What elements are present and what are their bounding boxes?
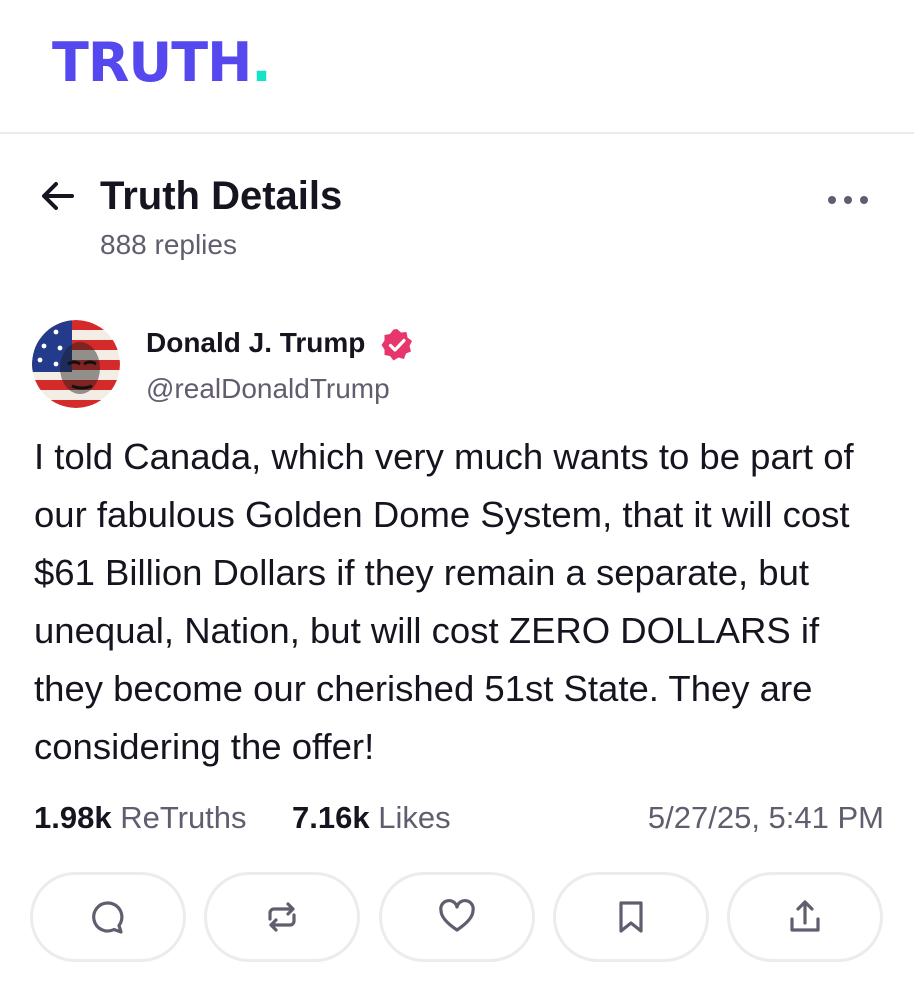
truth-logo[interactable]: TRUTH. <box>52 36 272 90</box>
more-dots-icon <box>828 196 868 204</box>
more-options-button[interactable] <box>826 190 870 210</box>
like-button[interactable] <box>379 872 535 962</box>
share-button[interactable] <box>727 872 883 962</box>
retruth-button[interactable] <box>204 872 360 962</box>
post-stats: 1.98k ReTruths 7.16k Likes 5/27/25, 5:41… <box>34 798 884 838</box>
post-timestamp: 5/27/25, 5:41 PM <box>647 800 884 835</box>
retruths-stat[interactable]: 1.98k ReTruths <box>34 798 247 838</box>
likes-label: Likes <box>378 800 451 835</box>
author-name[interactable]: Donald J. Trump <box>146 326 365 360</box>
author-handle[interactable]: @realDonaldTrump <box>146 372 390 406</box>
share-icon <box>790 900 820 932</box>
heart-icon <box>439 898 475 932</box>
bookmark-button[interactable] <box>553 872 709 962</box>
back-arrow-icon <box>42 182 74 210</box>
verified-badge-icon <box>380 328 414 362</box>
retruths-label: ReTruths <box>120 800 247 835</box>
page-title: Truth Details <box>100 174 343 218</box>
bookmark-icon <box>619 901 643 933</box>
back-button[interactable] <box>38 176 78 216</box>
reply-count: 888 replies <box>100 229 237 260</box>
retruths-count: 1.98k <box>34 800 112 835</box>
reply-icon <box>92 901 124 934</box>
reply-button[interactable] <box>30 872 186 962</box>
likes-stat[interactable]: 7.16k Likes <box>292 798 451 838</box>
post-text: I told Canada, which very much wants to … <box>34 436 854 767</box>
author-avatar[interactable] <box>32 320 120 408</box>
top-bar: TRUTH. <box>0 0 914 134</box>
retruth-icon <box>268 902 296 932</box>
likes-count: 7.16k <box>292 800 370 835</box>
